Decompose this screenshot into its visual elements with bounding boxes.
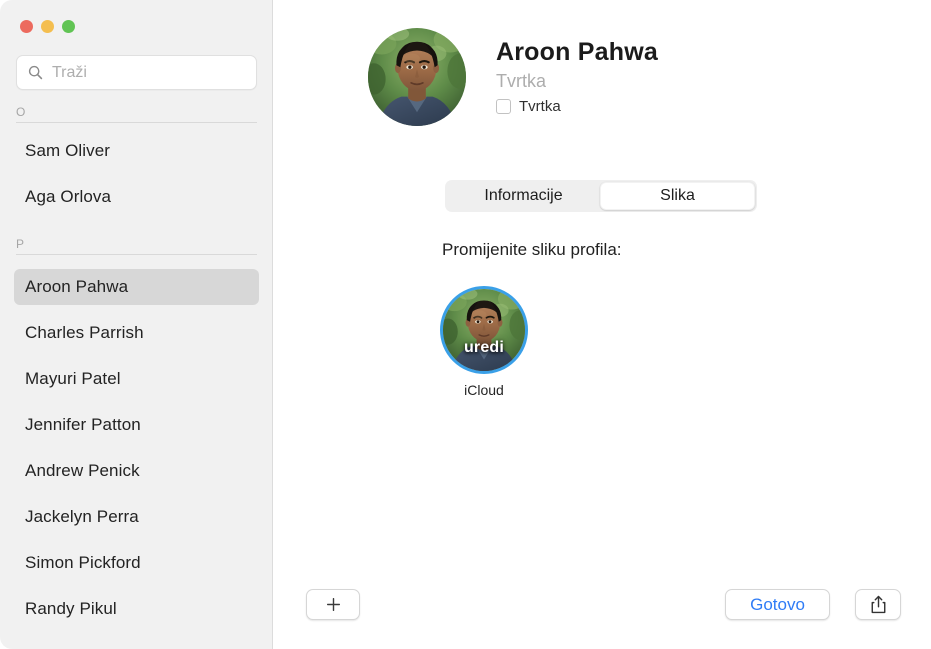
company-field-placeholder[interactable]: Tvrtka: [496, 69, 658, 93]
done-button-label: Gotovo: [750, 595, 805, 615]
list-item[interactable]: Jennifer Patton: [14, 407, 259, 443]
list-item[interactable]: Randy Pikul: [14, 591, 259, 627]
avatar: [368, 28, 466, 126]
tab-informacije[interactable]: Informacije: [447, 182, 600, 210]
contacts-window: O Sam Oliver Aga Orlova P Aroon Pahwa Ch…: [0, 0, 931, 649]
section-divider: [16, 122, 257, 123]
contact-name-label: Simon Pickford: [25, 553, 141, 573]
list-item[interactable]: Charles Parrish: [14, 315, 259, 351]
add-contact-button[interactable]: [306, 589, 360, 620]
contact-name-label: Mayuri Patel: [25, 369, 121, 389]
company-checkbox-row[interactable]: Tvrtka: [496, 98, 658, 115]
contact-name-label: Jackelyn Perra: [25, 507, 139, 527]
contact-name-label: Jennifer Patton: [25, 415, 141, 435]
list-item[interactable]: Simon Pickford: [14, 545, 259, 581]
contact-name-label: Randy Pikul: [25, 599, 117, 619]
section-letter: O: [16, 105, 257, 119]
picture-source-label: iCloud: [434, 382, 534, 398]
share-icon: [870, 595, 887, 614]
contact-header-text: Aroon Pahwa Tvrtka Tvrtka: [496, 28, 658, 115]
list-item-selected[interactable]: Aroon Pahwa: [14, 269, 259, 305]
search-field-wrapper: [16, 55, 257, 90]
company-checkbox[interactable]: [496, 99, 511, 114]
change-photo-heading: Promijenite sliku profila:: [442, 240, 622, 260]
page-title: Aroon Pahwa: [496, 37, 658, 67]
contact-detail-pane: Aroon Pahwa Tvrtka Tvrtka Informacije Sl…: [274, 0, 931, 649]
zoom-button[interactable]: [62, 20, 75, 33]
sidebar: O Sam Oliver Aga Orlova P Aroon Pahwa Ch…: [0, 0, 273, 649]
company-checkbox-label: Tvrtka: [519, 98, 561, 115]
plus-icon: [326, 597, 341, 612]
section-header-p: P: [16, 237, 257, 259]
list-item[interactable]: Aga Orlova: [14, 179, 259, 215]
contact-header: Aroon Pahwa Tvrtka Tvrtka: [368, 28, 658, 126]
profile-picture-option[interactable]: uredi iCloud: [434, 286, 534, 398]
search-icon: [28, 65, 43, 80]
profile-photo-image: [443, 289, 525, 371]
list-item[interactable]: Andrew Penick: [14, 453, 259, 489]
list-item[interactable]: Sam Oliver: [14, 133, 259, 169]
tab-label: Slika: [660, 187, 695, 205]
contact-name-label: Aga Orlova: [25, 187, 111, 207]
share-button[interactable]: [855, 589, 901, 620]
contact-name-label: Aroon Pahwa: [25, 277, 128, 297]
window-traffic-lights: [20, 20, 75, 33]
list-item[interactable]: Mayuri Patel: [14, 361, 259, 397]
section-letter: P: [16, 237, 257, 251]
done-button[interactable]: Gotovo: [725, 589, 830, 620]
contact-name-label: Charles Parrish: [25, 323, 144, 343]
profile-picture-thumbnail[interactable]: uredi: [440, 286, 528, 374]
contact-name-label: Sam Oliver: [25, 141, 110, 161]
contact-name-label: Andrew Penick: [25, 461, 140, 481]
detail-tabs: Informacije Slika: [445, 180, 757, 212]
close-button[interactable]: [20, 20, 33, 33]
tab-slika[interactable]: Slika: [600, 182, 755, 210]
tab-label: Informacije: [484, 187, 562, 205]
section-header-o: O: [16, 105, 257, 127]
search-input[interactable]: [52, 64, 232, 82]
search-field[interactable]: [16, 55, 257, 90]
list-item[interactable]: Jackelyn Perra: [14, 499, 259, 535]
contact-photo-image: [368, 28, 466, 126]
minimize-button[interactable]: [41, 20, 54, 33]
section-divider: [16, 254, 257, 255]
edit-overlay-label[interactable]: uredi: [443, 339, 525, 357]
